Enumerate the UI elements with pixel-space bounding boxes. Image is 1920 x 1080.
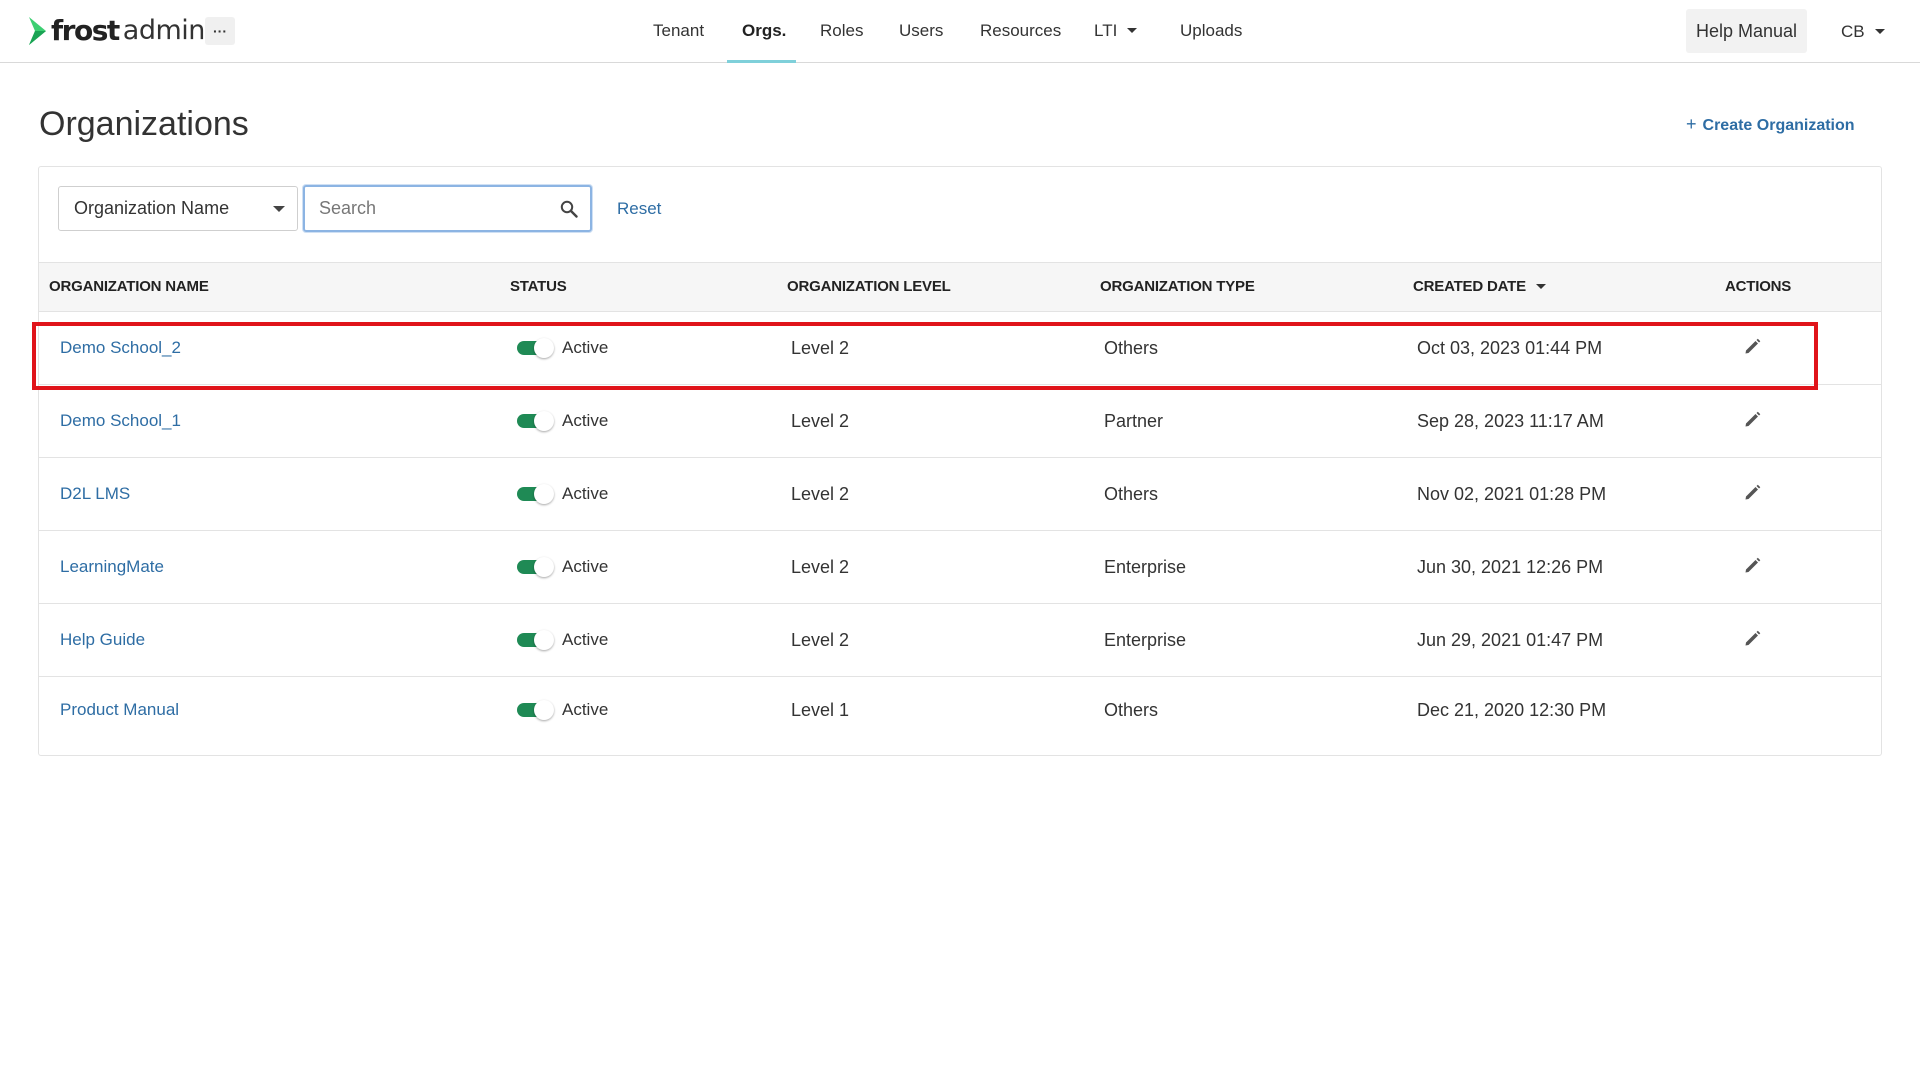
table-header: ORGANIZATION NAME STATUS ORGANIZATION LE…: [39, 262, 1881, 312]
filter-field-value: Organization Name: [74, 198, 230, 218]
column-header-created-date-label: CREATED DATE: [1413, 278, 1526, 295]
nav-tab-uploads[interactable]: Uploads: [1180, 0, 1242, 63]
pencil-edit-icon[interactable]: [1744, 411, 1761, 428]
table-row: Help Guide Active Level 2 Enterprise Jun 29,…: [39, 604, 1881, 677]
chevron-down-icon: [1127, 28, 1138, 34]
pencil-edit-icon[interactable]: [1744, 484, 1761, 501]
organization-name-link[interactable]: D2L LMS: [60, 458, 130, 530]
chevron-down-icon: [1874, 29, 1885, 35]
organization-name-link[interactable]: Help Guide: [60, 604, 145, 676]
nav-tab-lti[interactable]: LTI: [1094, 0, 1138, 63]
plus-icon: +: [1686, 114, 1697, 134]
status-toggle[interactable]: [517, 557, 554, 577]
nav-tab-orgs[interactable]: Orgs.: [742, 0, 786, 63]
created-date: Jun 29, 2021 01:47 PM: [1417, 630, 1604, 650]
toggle-knob: [534, 700, 554, 720]
create-organization-button[interactable]: + Create Organization: [1686, 112, 1855, 138]
created-date: Nov 02, 2021 01:28 PM: [1417, 484, 1607, 504]
search-input[interactable]: [305, 187, 545, 230]
help-manual-button[interactable]: Help Manual: [1686, 9, 1807, 53]
table-row: D2L LMS Active Level 2 Others Nov 02, 2021 0…: [39, 458, 1881, 531]
organization-name-link[interactable]: Product Manual: [60, 677, 179, 743]
column-header-actions: ACTIONS: [1725, 278, 1792, 295]
organization-level: Level 2: [791, 630, 850, 650]
status-toggle[interactable]: [517, 700, 554, 720]
page-title: Organizations: [39, 105, 249, 143]
created-date: Jun 30, 2021 12:26 PM: [1417, 557, 1604, 577]
status-toggle[interactable]: [517, 484, 554, 504]
table-row: Demo School_2 Active Level 2 Others Oct 03, …: [39, 312, 1881, 385]
organization-level: Level 2: [791, 484, 850, 504]
caret-down-icon: [273, 206, 285, 212]
status-text: Active: [562, 484, 609, 503]
created-date: Dec 21, 2020 12:30 PM: [1417, 700, 1607, 720]
toggle-knob: [534, 338, 554, 358]
status-toggle[interactable]: [517, 338, 554, 358]
created-date: Sep 28, 2023 11:17 AM: [1417, 411, 1604, 431]
column-header-organization-name[interactable]: ORGANIZATION NAME: [49, 263, 209, 311]
pencil-edit-icon[interactable]: [1744, 630, 1761, 647]
sort-desc-icon: [1535, 283, 1546, 289]
pencil-edit-icon[interactable]: [1744, 557, 1761, 574]
nav-tab-tenant[interactable]: Tenant: [653, 0, 704, 63]
pencil-edit-icon[interactable]: [1744, 338, 1761, 355]
toggle-knob: [534, 484, 554, 504]
nav-tab-users[interactable]: Users: [899, 0, 943, 63]
status-text: Active: [562, 630, 609, 649]
user-menu[interactable]: CB: [1841, 0, 1885, 63]
toggle-knob: [534, 411, 554, 431]
organization-type: Enterprise: [1104, 630, 1187, 650]
top-navbar: frost admin ··· Tenant Orgs. Roles Users…: [0, 0, 1920, 63]
column-header-status[interactable]: STATUS: [510, 263, 567, 311]
status-toggle[interactable]: [517, 411, 554, 431]
nav-tab-roles[interactable]: Roles: [820, 0, 863, 63]
organization-type: Partner: [1104, 411, 1164, 431]
main-nav: Tenant Orgs. Roles Users Resources LTI U…: [0, 0, 1920, 63]
organization-level: Level 1: [791, 700, 850, 720]
status-cell: Active: [517, 677, 608, 743]
create-organization-label: Create Organization: [1702, 117, 1855, 134]
status-cell: Active: [517, 604, 608, 676]
status-cell: Active: [517, 458, 608, 530]
organization-type: Others: [1104, 484, 1159, 504]
organization-name-link[interactable]: LearningMate: [60, 531, 164, 603]
nav-tab-resources[interactable]: Resources: [980, 0, 1061, 63]
organizations-card: Organization Name Reset ORGANIZATION NAM…: [38, 166, 1882, 756]
organization-level: Level 2: [791, 411, 850, 431]
filter-field-select[interactable]: Organization Name: [58, 186, 298, 231]
column-header-created-date[interactable]: CREATED DATE: [1413, 263, 1546, 311]
status-cell: Active: [517, 312, 608, 384]
status-text: Active: [562, 700, 609, 719]
status-text: Active: [562, 557, 609, 576]
column-header-organization-type[interactable]: ORGANIZATION TYPE: [1100, 263, 1255, 311]
created-date: Oct 03, 2023 01:44 PM: [1417, 338, 1603, 358]
user-initials: CB: [1841, 22, 1865, 41]
column-header-organization-level[interactable]: ORGANIZATION LEVEL: [787, 263, 951, 311]
toggle-knob: [534, 630, 554, 650]
nav-tab-lti-label: LTI: [1094, 21, 1118, 40]
table-row: LearningMate Active Level 2 Enterprise Jun 3…: [39, 531, 1881, 604]
status-text: Active: [562, 338, 609, 357]
search-box[interactable]: [303, 185, 592, 232]
organization-type: Others: [1104, 338, 1159, 358]
organization-level: Level 2: [791, 557, 850, 577]
toggle-knob: [534, 557, 554, 577]
table-row: Demo School_1 Active Level 2 Partner Sep 28,…: [39, 385, 1881, 458]
organization-name-link[interactable]: Demo School_1: [60, 385, 181, 457]
search-icon[interactable]: [560, 200, 578, 218]
table-row: Product Manual Active Level 1 Others Dec 21,…: [39, 677, 1881, 744]
status-cell: Active: [517, 385, 608, 457]
status-text: Active: [562, 411, 609, 430]
organization-name-link[interactable]: Demo School_2: [60, 312, 181, 384]
status-cell: Active: [517, 531, 608, 603]
organization-type: Others: [1104, 700, 1159, 720]
active-tab-indicator: [727, 60, 796, 63]
status-toggle[interactable]: [517, 630, 554, 650]
reset-filters-link[interactable]: Reset: [617, 197, 661, 221]
organization-type: Enterprise: [1104, 557, 1187, 577]
organization-level: Level 2: [791, 338, 850, 358]
